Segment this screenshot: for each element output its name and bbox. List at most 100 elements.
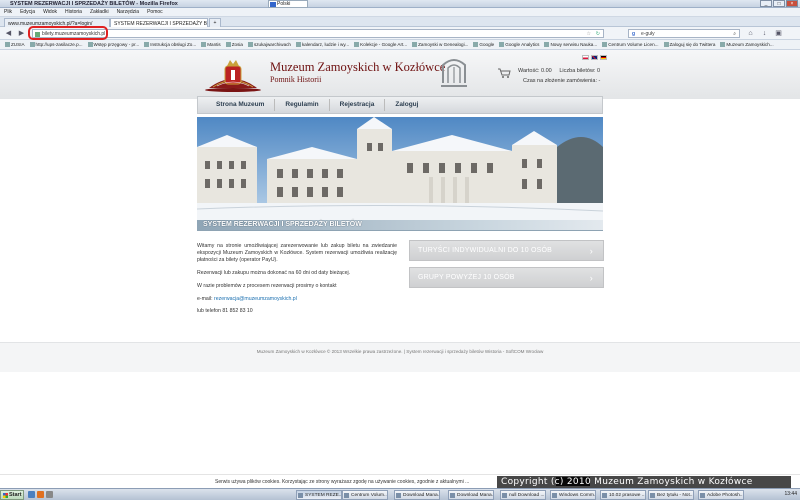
new-tab-button[interactable]: + xyxy=(209,18,221,27)
nav-login[interactable]: Zaloguj xyxy=(385,99,428,111)
addon-icon[interactable]: ▣ xyxy=(774,29,783,38)
quicklaunch-ie-icon[interactable] xyxy=(28,491,35,498)
taskbar-item[interactable]: SYSTEM REZE... xyxy=(296,490,342,500)
os-taskbar: Start SYSTEM REZE... Centrum Volum... Down… xyxy=(0,488,800,500)
app-icon xyxy=(344,493,349,498)
bookmarks-bar: ZUSIA http://ups-zasilacze.p... Wstęp przę… xyxy=(0,40,800,50)
start-button[interactable]: Start xyxy=(0,490,24,500)
bookmark-favicon-icon xyxy=(544,42,550,47)
nav-regulations[interactable]: Regulamin xyxy=(275,99,330,111)
url-highlight-annotation xyxy=(28,26,108,40)
taskbar-item[interactable]: 10.02 prasowe ... xyxy=(600,490,646,500)
main-navigation: Strona Muzeum Regulamin Rejestracja Zalo… xyxy=(197,96,603,114)
palace-banner-image xyxy=(197,117,603,221)
app-icon xyxy=(552,493,557,498)
taskbar-item[interactable]: Windows Comm... xyxy=(550,490,596,500)
bookmark-item[interactable]: Google xyxy=(473,40,494,49)
site-footer: Muzeum Zamoyskich w Kozłówce © 2013 Wsze… xyxy=(0,342,800,372)
bookmark-favicon-icon xyxy=(602,42,608,47)
bookmark-favicon-icon xyxy=(144,42,150,47)
bookmark-item[interactable]: Nowy serwisu Nauka... xyxy=(544,40,597,49)
bookmark-item[interactable]: kalendarz, ludzie i wy... xyxy=(295,40,349,49)
taskbar-item[interactable]: Download Mana... xyxy=(394,490,440,500)
menu-view[interactable]: Widok xyxy=(43,9,57,15)
intro-text: Witamy na stronie umożliwiającej zarezer… xyxy=(197,243,397,263)
bookmark-favicon-icon xyxy=(473,42,479,47)
language-indicator[interactable]: Polski xyxy=(268,0,308,8)
bookmark-item[interactable]: Zosia xyxy=(225,40,243,49)
url-bar[interactable]: bilety.muzeumzamoyskich.pl ☆ ↻ xyxy=(32,29,604,38)
cart-icon[interactable] xyxy=(497,68,511,78)
nav-museum-page[interactable]: Strona Muzeum xyxy=(206,99,276,111)
groups-button[interactable]: GRUPY POWYŻEJ 10 OSÓB › xyxy=(409,267,604,288)
taskbar-item[interactable]: Download Mana... xyxy=(448,490,494,500)
downloads-icon[interactable]: ↓ xyxy=(760,29,769,38)
cart-time: Czas na złożenie zamówienia: - xyxy=(523,78,601,84)
menu-tools[interactable]: Narzędzia xyxy=(117,9,140,15)
home-icon[interactable]: ⌂ xyxy=(746,29,755,38)
footer-text: Muzeum Zamoyskich w Kozłówce © 2013 Wsze… xyxy=(256,349,544,354)
app-icon xyxy=(450,493,455,498)
bookmark-star-icon[interactable]: ☆ xyxy=(587,30,591,38)
menu-history[interactable]: Historia xyxy=(65,9,82,15)
tab-reservation[interactable]: SYSTEM REZERWACJI I SPRZEDAŻY BILETÓ... xyxy=(110,18,208,27)
forward-icon[interactable]: ▶ xyxy=(17,29,26,38)
bookmark-item[interactable]: Zamoyski w Genealogi... xyxy=(412,40,468,49)
bookmark-item[interactable]: Muzeum Zamoyskich... xyxy=(720,40,774,49)
window-titlebar: SYSTEM REZERWACJI I SPRZEDAŻY BILETÓW - … xyxy=(0,0,800,8)
individual-tourists-button[interactable]: TURYŚCI INDYWIDUALNI DO 10 OSÓB › xyxy=(409,240,604,261)
menu-edit[interactable]: Edycja xyxy=(20,9,35,15)
bookmark-favicon-icon xyxy=(412,42,418,47)
bookmark-item[interactable]: Kolekcje - Google Art... xyxy=(354,40,407,49)
navbar: ◀ ▶ bilety.muzeumzamoyskich.pl ☆ ↻ g e-g… xyxy=(0,27,800,40)
taskbar-item[interactable]: null Download ... xyxy=(500,490,546,500)
taskbar-item[interactable]: Adobe Photosh... xyxy=(698,490,744,500)
taskbar-item[interactable]: Centrum Volum... xyxy=(342,490,388,500)
chevron-right-icon: › xyxy=(589,246,593,256)
bookmark-item[interactable]: Google Analytics xyxy=(499,40,539,49)
bookmark-item[interactable]: Centrum Volume Licen... xyxy=(602,40,659,49)
app-icon xyxy=(396,493,401,498)
search-icon[interactable]: ⌕ xyxy=(733,30,736,38)
bookmark-item[interactable]: Mantis xyxy=(201,40,221,49)
menubar: Plik Edycja Widok Historia Zakładki Narz… xyxy=(0,8,800,17)
reload-icon[interactable]: ↻ xyxy=(596,30,600,38)
pomnik-historii-logo xyxy=(441,59,467,87)
menu-file[interactable]: Plik xyxy=(4,9,12,15)
nav-registration[interactable]: Rejestracja xyxy=(330,99,386,111)
quicklaunch-icon[interactable] xyxy=(46,491,53,498)
bookmark-item[interactable]: http://ups-zasilacze.p... xyxy=(29,40,83,49)
maximize-button[interactable]: □ xyxy=(773,0,785,7)
web-page: Muzeum Zamoyskich w Kozłówce Pomnik Hist… xyxy=(0,50,800,474)
flag-pl-icon[interactable] xyxy=(582,55,589,60)
app-icon xyxy=(700,493,705,498)
cart-summary: Wartość: 0.00 Liczba biletów: 0 xyxy=(518,68,600,74)
bookmark-item[interactable]: ZUSIA xyxy=(5,40,25,49)
bookmark-item[interactable]: Zaloguj się do Twittera xyxy=(663,40,715,49)
flag-en-icon[interactable] xyxy=(591,55,598,60)
bookmark-item[interactable]: Instrukcja obsługi Zo... xyxy=(144,40,196,49)
bookmark-item[interactable]: Wstęp przęgowy - pr... xyxy=(87,40,139,49)
minimize-button[interactable]: _ xyxy=(760,0,772,7)
clock: 13:44 xyxy=(784,491,797,497)
flag-de-icon[interactable] xyxy=(600,55,607,60)
taskbar-item[interactable]: Bez tytułu - Not... xyxy=(648,490,694,500)
app-icon xyxy=(602,493,607,498)
email-link[interactable]: rezerwacja@muzeumzamoyskich.pl xyxy=(214,296,297,302)
menu-help[interactable]: Pomoc xyxy=(147,9,163,15)
back-icon[interactable]: ◀ xyxy=(4,29,13,38)
bookmark-favicon-icon xyxy=(201,42,207,47)
site-title[interactable]: Muzeum Zamoyskich w Kozłówce xyxy=(270,60,445,75)
museum-crest-logo[interactable] xyxy=(203,56,263,92)
bookmark-item[interactable]: szukajwarchiwach xyxy=(247,40,291,49)
close-button[interactable]: × xyxy=(786,0,798,7)
search-input[interactable]: g e-guły ⌕ xyxy=(628,29,740,38)
quicklaunch-firefox-icon[interactable] xyxy=(37,491,44,498)
menu-bookmarks[interactable]: Zakładki xyxy=(90,9,109,15)
app-icon xyxy=(650,493,655,498)
language-flags xyxy=(582,55,607,60)
chevron-right-icon: › xyxy=(589,273,593,283)
contact-note: W razie problemów z procesem rezerwacji … xyxy=(197,283,337,289)
app-icon xyxy=(502,493,507,498)
tabbar: www.muzeumzamoyskich.pl/?a=login/ SYSTEM… xyxy=(0,17,800,27)
